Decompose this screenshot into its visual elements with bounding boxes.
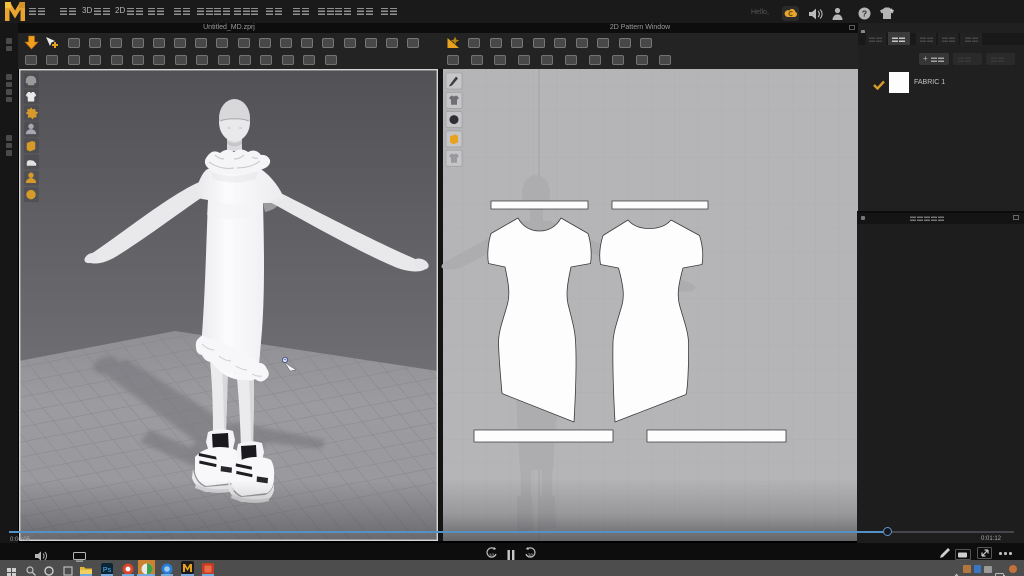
svg-text:30: 30 <box>528 554 534 560</box>
svg-text:10: 10 <box>489 554 495 560</box>
svg-text:Ps: Ps <box>103 567 112 574</box>
svg-text:?: ? <box>862 8 867 18</box>
